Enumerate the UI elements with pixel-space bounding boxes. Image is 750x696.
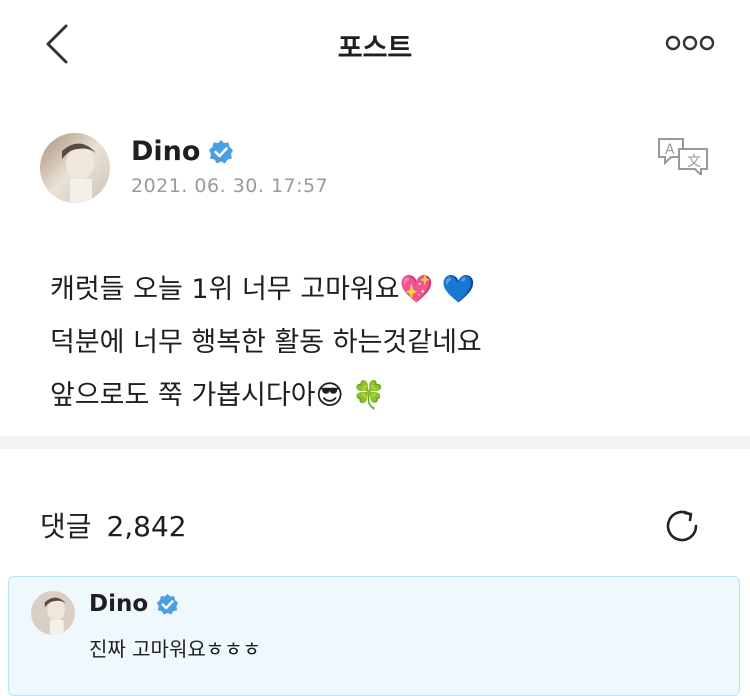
page-title: 포스트 — [337, 33, 413, 64]
comments-header: 댓글 2,842 — [40, 505, 187, 545]
avatar[interactable] — [40, 133, 110, 203]
refresh-button[interactable] — [660, 504, 704, 548]
comments-label: 댓글 — [40, 510, 92, 543]
verified-icon — [209, 139, 234, 163]
post-line: 캐럿들 오늘 1위 너무 고마워요💖 💙 — [50, 274, 476, 305]
comment-text: 진짜 고마워요ㅎㅎㅎ — [89, 637, 261, 661]
translate-icon: A 文 — [658, 138, 708, 178]
comment-author-name[interactable]: Dino — [89, 591, 148, 617]
more-icon — [665, 35, 715, 51]
post-date: 2021. 06. 30. 17:57 — [131, 175, 329, 197]
comments-count: 2,842 — [106, 510, 187, 543]
avatar[interactable] — [31, 591, 75, 635]
svg-text:A: A — [665, 142, 675, 158]
post-content: 캐럿들 오늘 1위 너무 고마워요💖 💙 덕분에 너무 행복한 활동 하는것같네… — [50, 263, 700, 422]
comment-author-row: Dino — [89, 591, 179, 617]
translate-button[interactable]: A 文 — [657, 135, 709, 178]
pinned-comment[interactable]: Dino 진짜 고마워요ㅎㅎㅎ — [8, 576, 740, 696]
post-line: 앞으로도 쭉 가봅시다아😎 🍀 — [50, 380, 386, 411]
verified-icon — [157, 593, 179, 615]
author-name[interactable]: Dino — [131, 136, 200, 167]
more-button[interactable] — [660, 30, 720, 56]
refresh-icon — [666, 510, 698, 542]
svg-text:文: 文 — [687, 154, 701, 170]
author-name-row: Dino — [131, 136, 234, 167]
top-bar: 포스트 — [0, 0, 750, 88]
post-line: 덕분에 너무 행복한 활동 하는것같네요 — [50, 327, 482, 358]
post-author: Dino 2021. 06. 30. 17:57 A 文 — [40, 133, 720, 213]
section-divider — [0, 436, 750, 449]
